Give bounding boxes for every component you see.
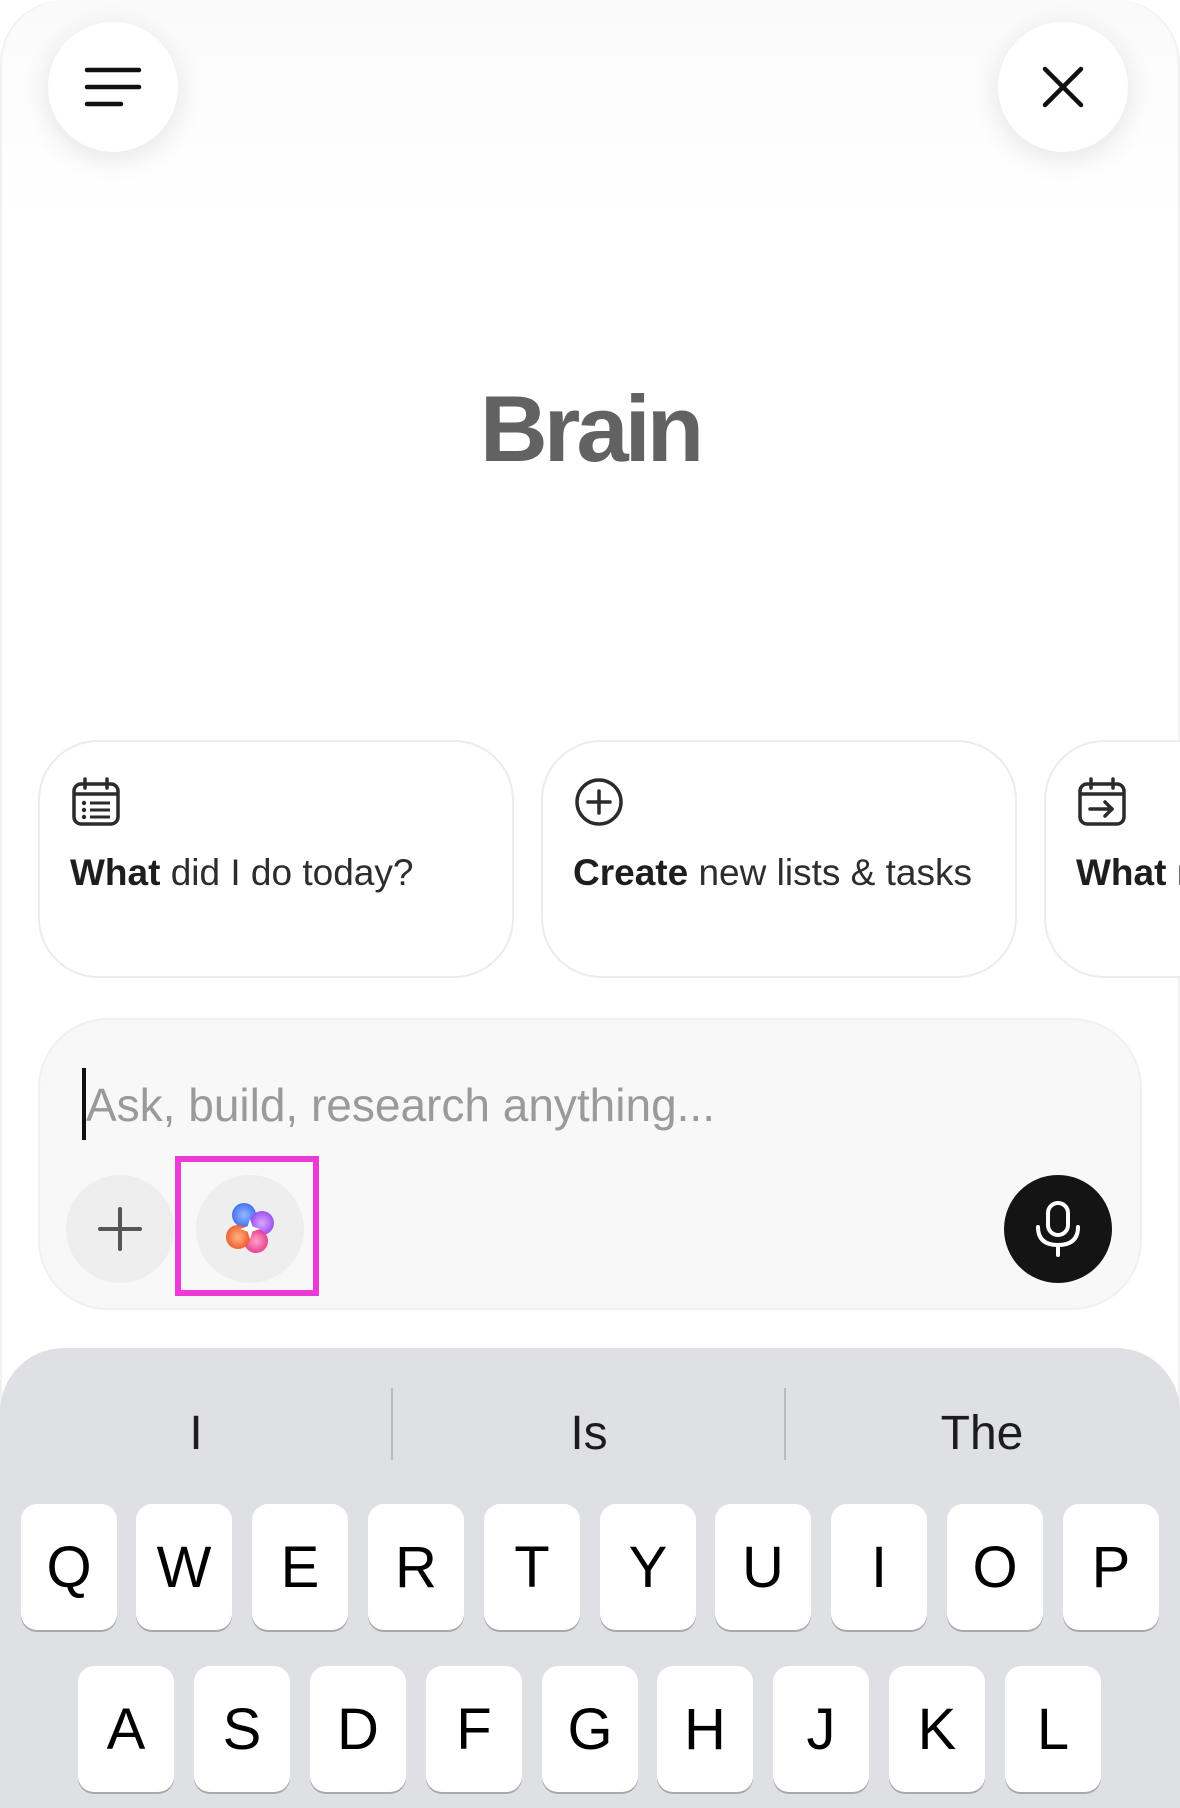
close-icon [1042,66,1084,108]
brain-logo: Brain [479,376,704,481]
close-button[interactable] [998,22,1128,152]
calendar-arrow-icon [1078,777,1126,826]
keyboard: I Is The Q W E R T Y U I O P A S D F G H… [0,1348,1180,1808]
key-p[interactable]: P [1063,1504,1159,1630]
key-t[interactable]: T [484,1504,580,1630]
suggestion-text: What next? [1076,852,1180,893]
key-g[interactable]: G [542,1666,638,1792]
key-h[interactable]: H [657,1666,753,1792]
key-l[interactable]: L [1005,1666,1101,1792]
key-e[interactable]: E [252,1504,348,1630]
key-k[interactable]: K [889,1666,985,1792]
key-f[interactable]: F [426,1666,522,1792]
microphone-icon [1036,1201,1080,1257]
menu-button[interactable] [48,22,178,152]
key-o[interactable]: O [947,1504,1043,1630]
plus-icon [98,1207,142,1251]
calendar-list-icon [72,777,120,826]
key-w[interactable]: W [136,1504,232,1630]
voice-input-button[interactable] [1004,1175,1112,1283]
screen: Brain What did I do today? Create new li… [0,0,1180,1808]
menu-icon [84,67,142,107]
prompt-input[interactable] [84,1066,1038,1144]
suggestion-carousel[interactable]: What did I do today? Create new lists & … [38,740,1180,980]
suggestion-text: What did I do today? [70,852,414,893]
key-j[interactable]: J [773,1666,869,1792]
prediction-2[interactable]: Is [393,1378,785,1488]
prediction-1[interactable]: I [0,1378,392,1488]
chat-composer [38,1018,1142,1310]
attach-button[interactable] [66,1175,174,1283]
key-q[interactable]: Q [21,1504,117,1630]
suggestion-card[interactable]: What next? [1044,740,1180,978]
plus-circle-icon [575,778,623,826]
selection-highlight [175,1156,319,1296]
key-u[interactable]: U [715,1504,811,1630]
key-a[interactable]: A [78,1666,174,1792]
suggestion-text: Create new lists & tasks [573,852,972,893]
suggestion-card[interactable]: What did I do today? [38,740,514,978]
key-d[interactable]: D [310,1666,406,1792]
suggestion-card[interactable]: Create new lists & tasks [541,740,1017,978]
key-i[interactable]: I [831,1504,927,1630]
key-s[interactable]: S [194,1666,290,1792]
key-r[interactable]: R [368,1504,464,1630]
key-y[interactable]: Y [600,1504,696,1630]
prediction-3[interactable]: The [786,1378,1178,1488]
